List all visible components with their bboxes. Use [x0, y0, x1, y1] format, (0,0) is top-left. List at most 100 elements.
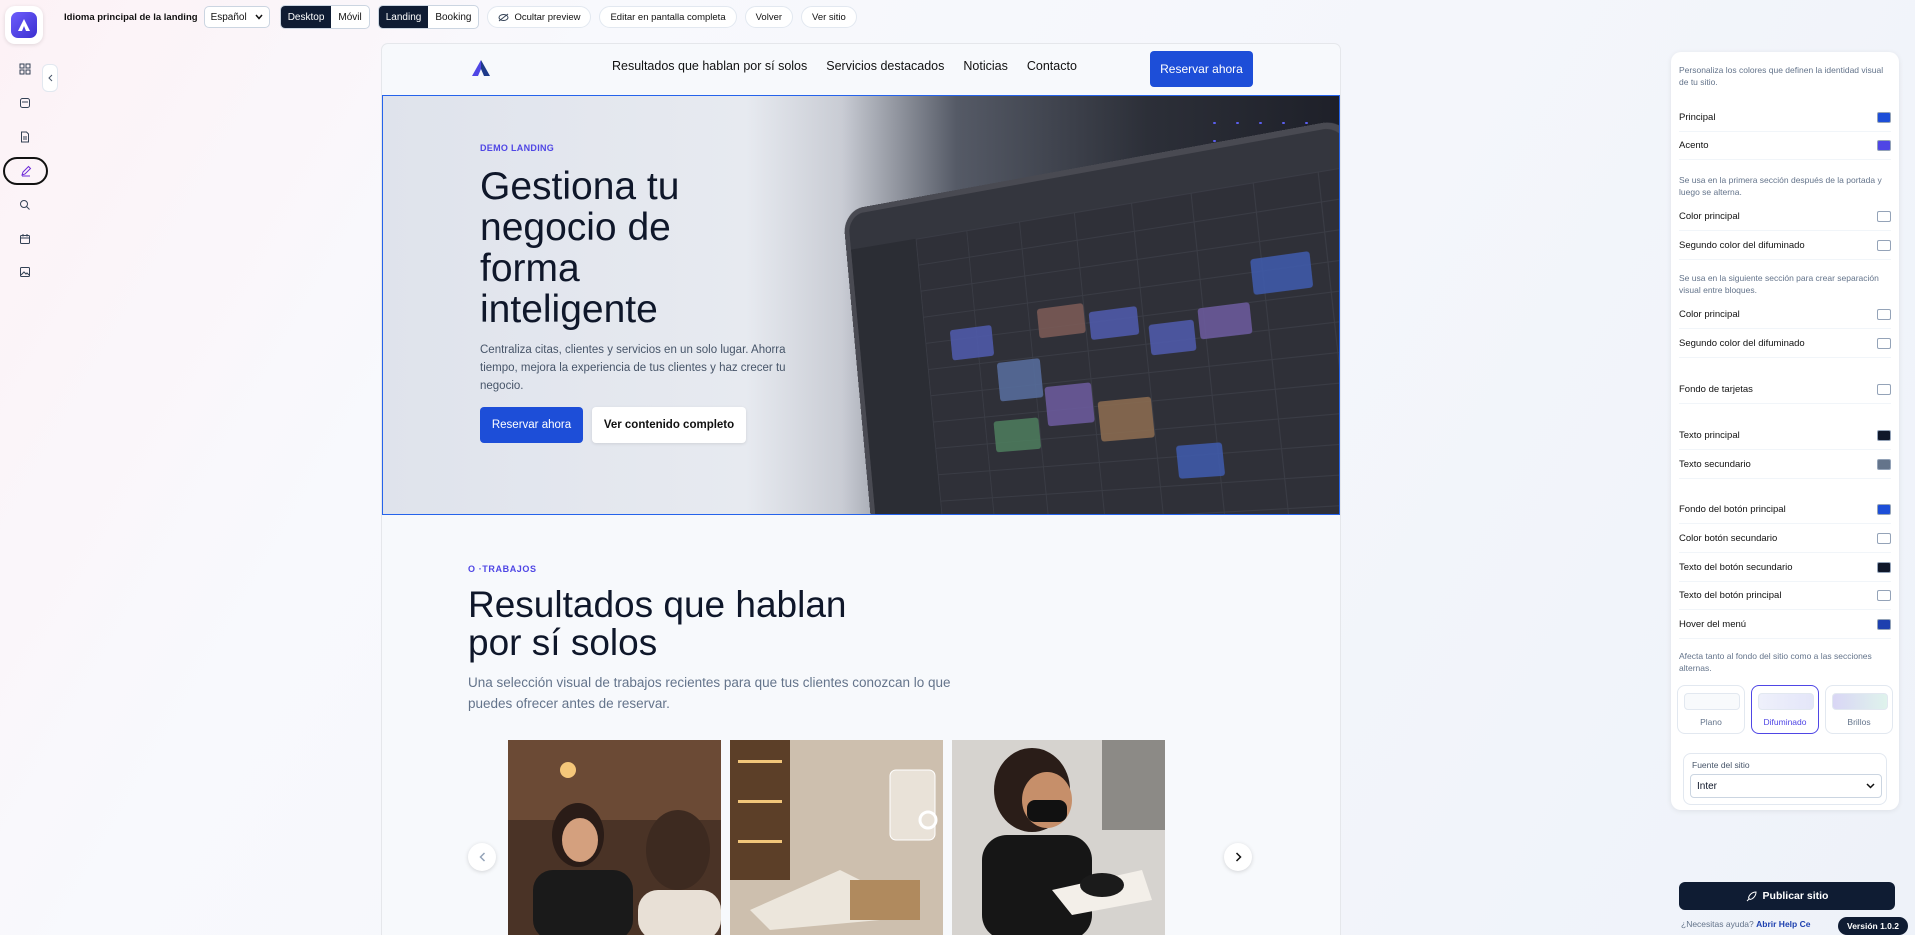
color-label: Hover del menú	[1679, 619, 1747, 630]
color-row-primary-btn-text[interactable]: Texto del botón principal	[1679, 582, 1891, 610]
color-swatch[interactable]	[1877, 619, 1891, 630]
bg-option-plano[interactable]: Plano	[1677, 685, 1745, 734]
font-value: Inter	[1697, 780, 1718, 792]
font-select[interactable]: Inter	[1690, 774, 1882, 798]
hide-preview-button[interactable]: Ocultar preview	[487, 6, 592, 28]
nav-reserve-button[interactable]: Reservar ahora	[1150, 51, 1253, 87]
color-label: Acento	[1679, 140, 1709, 151]
color-swatch[interactable]	[1877, 309, 1891, 320]
color-swatch[interactable]	[1877, 384, 1891, 395]
color-swatch[interactable]	[1877, 562, 1891, 573]
bg-option-label: Brillos	[1847, 717, 1871, 727]
gallery-photo-treatment-room[interactable]	[730, 740, 943, 935]
device-toggle: Desktop Móvil	[279, 5, 370, 29]
note-background: Afecta tanto al fondo del sitio como a l…	[1679, 651, 1872, 673]
color-label: Fondo del botón principal	[1679, 504, 1786, 515]
color-swatch[interactable]	[1877, 338, 1891, 349]
layers-icon[interactable]	[14, 92, 36, 114]
version-badge: Versión 1.0.2	[1838, 917, 1908, 935]
search-icon[interactable]	[14, 194, 36, 216]
eye-off-icon	[498, 13, 509, 21]
grid-icon[interactable]	[14, 58, 36, 80]
nav-link-servicios[interactable]: Servicios destacados	[826, 59, 944, 73]
color-swatch[interactable]	[1877, 140, 1891, 151]
bg-option-brillos[interactable]: Brillos	[1825, 685, 1893, 734]
color-swatch[interactable]	[1877, 112, 1891, 123]
color-row-next-gradient[interactable]: Segundo color del difuminado	[1679, 330, 1891, 358]
color-row-principal[interactable]: Principal	[1679, 104, 1891, 132]
color-row-secondary-btn-text[interactable]: Texto del botón secundario	[1679, 554, 1891, 582]
color-swatch[interactable]	[1877, 533, 1891, 544]
color-label: Color principal	[1679, 211, 1740, 222]
help-center-link[interactable]: Abrir Help Ce	[1756, 919, 1810, 929]
image-icon[interactable]	[14, 261, 36, 283]
color-label: Fondo de tarjetas	[1679, 384, 1753, 395]
hero-subtitle: Centraliza citas, clientes y servicios e…	[480, 344, 786, 392]
fullscreen-edit-button[interactable]: Editar en pantalla completa	[599, 6, 737, 28]
edit-icon[interactable]	[3, 157, 48, 185]
color-swatch[interactable]	[1877, 459, 1891, 470]
mode-toggle: Landing Booking	[377, 5, 480, 29]
bg-option-difuminado[interactable]: Difuminado	[1751, 685, 1819, 734]
color-label: Color principal	[1679, 309, 1740, 320]
publish-site-button[interactable]: Publicar sitio	[1679, 882, 1895, 910]
color-row-primary-btn-bg[interactable]: Fondo del botón principal	[1679, 496, 1891, 524]
color-swatch[interactable]	[1877, 240, 1891, 251]
chevron-down-icon	[1866, 783, 1875, 789]
gallery-photo-manicure[interactable]	[952, 740, 1165, 935]
note-first-section: Se usa en la primera sección después de …	[1679, 175, 1882, 197]
device-mobile-button[interactable]: Móvil	[331, 6, 368, 28]
device-desktop-button[interactable]: Desktop	[280, 6, 332, 28]
chevron-right-icon	[1235, 852, 1242, 862]
color-row-next-main[interactable]: Color principal	[1679, 301, 1891, 329]
preview-nav-links: Resultados que hablan por sí solos Servi…	[612, 59, 1077, 73]
app-logo[interactable]	[5, 6, 43, 44]
left-sidebar	[0, 0, 50, 935]
lang-label: Idioma principal de la landing	[64, 11, 198, 23]
carousel-prev-button[interactable]	[468, 843, 496, 871]
color-label: Texto secundario	[1679, 459, 1751, 470]
carousel-next-button[interactable]	[1224, 843, 1252, 871]
section-eyebrow: O ·TRABAJOS	[468, 564, 537, 574]
back-button[interactable]: Volver	[744, 6, 794, 28]
color-label: Principal	[1679, 112, 1716, 123]
collapse-sidebar-button[interactable]	[42, 64, 58, 92]
preview-navbar: Resultados que hablan por sí solos Servi…	[382, 44, 1340, 94]
nav-link-contacto[interactable]: Contacto	[1027, 59, 1077, 73]
view-site-button[interactable]: Ver sitio	[801, 6, 857, 28]
nav-link-resultados[interactable]: Resultados que hablan por sí solos	[612, 59, 807, 73]
color-row-secondary-btn[interactable]: Color botón secundario	[1679, 525, 1891, 553]
preview-logo[interactable]	[472, 60, 490, 81]
theme-settings-panel: Personaliza los colores que definen la i…	[1671, 52, 1899, 810]
landing-preview: Resultados que hablan por sí solos Servi…	[382, 44, 1340, 935]
color-label: Segundo color del difuminado	[1679, 240, 1805, 251]
mode-landing-button[interactable]: Landing	[378, 6, 429, 28]
mode-booking-button[interactable]: Booking	[428, 6, 478, 28]
section-title: Resultados que hablan por sí solos	[468, 584, 847, 663]
back-label: Volver	[755, 11, 783, 23]
color-label: Texto del botón principal	[1679, 590, 1782, 601]
color-row-acento[interactable]: Acento	[1679, 132, 1891, 160]
color-row-text-secondary[interactable]: Texto secundario	[1679, 451, 1891, 479]
color-row-first-gradient[interactable]: Segundo color del difuminado	[1679, 232, 1891, 260]
color-row-cards-bg[interactable]: Fondo de tarjetas	[1679, 376, 1891, 404]
panel-intro: Personaliza los colores que definen la i…	[1679, 65, 1884, 87]
color-swatch[interactable]	[1877, 590, 1891, 601]
color-row-text-main[interactable]: Texto principal	[1679, 422, 1891, 450]
nav-link-noticias[interactable]: Noticias	[963, 59, 1007, 73]
color-swatch[interactable]	[1877, 211, 1891, 222]
file-icon[interactable]	[14, 126, 36, 148]
hero-view-content-button[interactable]: Ver contenido completo	[592, 407, 746, 443]
hero-section[interactable]: DEMO LANDING Gestiona tu negocio de form…	[382, 95, 1340, 515]
gallery-photo-consultation[interactable]	[508, 740, 721, 935]
hero-reserve-button[interactable]: Reservar ahora	[480, 407, 583, 443]
hero-eyebrow: DEMO LANDING	[480, 143, 555, 153]
hide-preview-label: Ocultar preview	[514, 11, 581, 23]
color-swatch[interactable]	[1877, 430, 1891, 441]
calendar-icon[interactable]	[14, 228, 36, 250]
color-row-first-main[interactable]: Color principal	[1679, 203, 1891, 231]
color-swatch[interactable]	[1877, 504, 1891, 515]
lang-select[interactable]: Español	[203, 6, 270, 28]
color-label: Texto principal	[1679, 430, 1740, 441]
color-row-menu-hover[interactable]: Hover del menú	[1679, 611, 1891, 639]
